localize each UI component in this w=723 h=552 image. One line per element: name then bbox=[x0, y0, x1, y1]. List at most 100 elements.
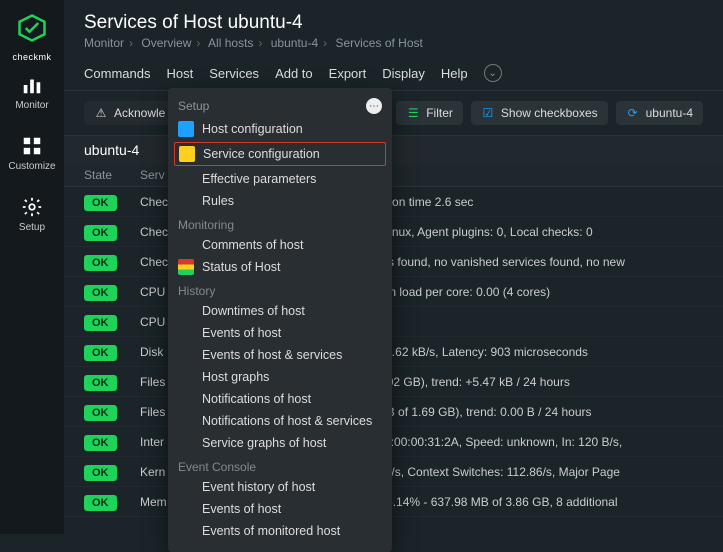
dropdown-item[interactable]: Events of host bbox=[168, 498, 392, 520]
show-checkboxes-button[interactable]: ☑ Show checkboxes bbox=[471, 101, 608, 125]
dropdown-item-label: Host configuration bbox=[202, 122, 303, 136]
dropdown-item[interactable]: Host graphs bbox=[168, 366, 392, 388]
menu-commands[interactable]: Commands bbox=[84, 66, 150, 81]
table-row[interactable]: OKMemual memory: 16.14% - 637.98 MB of 3… bbox=[64, 487, 723, 517]
dropdown-item[interactable]: Event history of host bbox=[168, 476, 392, 498]
sidebar-item-monitor[interactable]: Monitor bbox=[0, 62, 64, 123]
dropdown-item[interactable]: Events of host & services bbox=[168, 344, 392, 366]
dropdown-item[interactable]: Downtimes of host bbox=[168, 300, 392, 322]
more-icon[interactable]: ⋯ bbox=[366, 98, 382, 114]
dropdown-item[interactable]: Status of Host bbox=[168, 256, 392, 278]
dropdown-item[interactable]: Events of monitored host bbox=[168, 520, 392, 542]
sidebar-item-customize[interactable]: Customize bbox=[0, 123, 64, 184]
menu-services[interactable]: Services bbox=[209, 66, 259, 81]
state-cell: OK bbox=[84, 345, 140, 359]
col-header-state[interactable]: State bbox=[84, 168, 140, 182]
table-row[interactable]: OKKernCreations: 2.22/s, Context Switche… bbox=[64, 457, 723, 487]
filter-button[interactable]: ☰ Filter bbox=[396, 101, 463, 125]
sidebar-item-label: Customize bbox=[8, 161, 55, 172]
state-badge: OK bbox=[84, 195, 117, 211]
filter-icon: ☰ bbox=[406, 106, 420, 120]
dropdown-item[interactable]: Effective parameters bbox=[168, 168, 392, 190]
breadcrumb-item[interactable]: Services of Host bbox=[335, 36, 422, 50]
dropdown-item-label: Status of Host bbox=[202, 260, 281, 274]
acknowledge-button[interactable]: ⚠ Acknowle bbox=[84, 101, 175, 125]
logo-text: checkmk bbox=[12, 52, 51, 62]
status-icon bbox=[178, 259, 194, 275]
logo[interactable] bbox=[12, 8, 52, 48]
refresh-icon: ⟳ bbox=[626, 106, 640, 120]
state-badge: OK bbox=[84, 315, 117, 331]
table-row[interactable]: OKFilessed (322.56 MB of 1.69 GB), trend… bbox=[64, 397, 723, 427]
params-icon bbox=[178, 171, 194, 187]
header: Services of Host ubuntu-4 Monitor› Overv… bbox=[64, 0, 723, 56]
menu-export[interactable]: Export bbox=[329, 66, 367, 81]
table-row[interactable]: OKChecuccess, execution time 2.6 sec bbox=[64, 187, 723, 217]
state-cell: OK bbox=[84, 465, 140, 479]
dropdown-section-title: History bbox=[168, 278, 392, 300]
dropdown-section-title: Monitoring bbox=[168, 212, 392, 234]
dropdown-item[interactable]: Notifications of host & services bbox=[168, 410, 392, 432]
evtlist-icon bbox=[178, 501, 194, 517]
content: ubuntu-4 State Serv y OKChecuccess, exec… bbox=[64, 135, 723, 534]
host-button[interactable]: ⟳ ubuntu-4 bbox=[616, 101, 703, 125]
state-cell: OK bbox=[84, 315, 140, 329]
host-dropdown: Setup ⋯ Host configuration Service config… bbox=[168, 88, 392, 552]
dropdown-item-label: Host graphs bbox=[202, 370, 269, 384]
state-badge: OK bbox=[84, 285, 117, 301]
comments-icon bbox=[178, 237, 194, 253]
notifhs-icon bbox=[178, 413, 194, 429]
evtlist-icon bbox=[178, 523, 194, 539]
sidebar-item-setup[interactable]: Setup bbox=[0, 184, 64, 245]
filter-label: Filter bbox=[426, 106, 453, 120]
state-cell: OK bbox=[84, 375, 140, 389]
menu-display[interactable]: Display bbox=[382, 66, 425, 81]
state-cell: OK bbox=[84, 195, 140, 209]
dropdown-item-label: Rules bbox=[202, 194, 234, 208]
dropdown-item-label: Events of host & services bbox=[202, 348, 342, 362]
dropdown-item[interactable]: Notifications of host bbox=[168, 388, 392, 410]
warning-icon: ⚠ bbox=[94, 106, 108, 120]
menu-host[interactable]: Host bbox=[166, 66, 193, 81]
breadcrumb-item[interactable]: Overview bbox=[141, 36, 191, 50]
table-row[interactable]: OKDisk00 B/s, Write: 4.62 kB/s, Latency:… bbox=[64, 337, 723, 367]
state-cell: OK bbox=[84, 435, 140, 449]
state-badge: OK bbox=[84, 465, 117, 481]
dropdown-item-label: Service graphs of host bbox=[202, 436, 326, 450]
evt-icon bbox=[178, 325, 194, 341]
menu-help[interactable]: Help bbox=[441, 66, 468, 81]
state-badge: OK bbox=[84, 255, 117, 271]
table-row[interactable]: OKInterp), MAC: 52:54:00:00:31:2A, Speed… bbox=[64, 427, 723, 457]
dropdown-item[interactable]: Host configuration bbox=[168, 118, 392, 140]
table-row[interactable]: OKCPUad: 0.01, 15 min load per core: 0.0… bbox=[64, 277, 723, 307]
table-row[interactable]: OKChec2.1.0p11, OS: linux, Agent plugins… bbox=[64, 217, 723, 247]
table-row[interactable]: OKFilessed (5.91 of 8.02 GB), trend: +5.… bbox=[64, 367, 723, 397]
dropdown-item[interactable]: Service configuration bbox=[174, 142, 386, 166]
dropdown-item-label: Events of host bbox=[202, 326, 281, 340]
state-badge: OK bbox=[84, 345, 117, 361]
gear-icon bbox=[21, 196, 43, 218]
dropdown-head-label: Setup bbox=[178, 99, 209, 113]
dropdown-item[interactable]: Comments of host bbox=[168, 234, 392, 256]
dropdown-item-label: Event history of host bbox=[202, 480, 315, 494]
menu-addto[interactable]: Add to bbox=[275, 66, 313, 81]
page-title: Services of Host ubuntu-4 bbox=[84, 12, 703, 34]
svcgraph-icon bbox=[178, 435, 194, 451]
dropdown-item-label: Effective parameters bbox=[202, 172, 316, 186]
dropdown-item[interactable]: Rules bbox=[168, 190, 392, 212]
dropdown-item[interactable]: Service graphs of host bbox=[168, 432, 392, 454]
table-header: State Serv y bbox=[64, 164, 723, 187]
state-badge: OK bbox=[84, 375, 117, 391]
state-cell: OK bbox=[84, 495, 140, 509]
chevron-circle-icon[interactable]: ⌄ bbox=[484, 64, 502, 82]
table-row[interactable]: OKChecnitored services found, no vanishe… bbox=[64, 247, 723, 277]
breadcrumb: Monitor› Overview› All hosts› ubuntu-4› … bbox=[84, 36, 703, 50]
breadcrumb-item[interactable]: ubuntu-4 bbox=[271, 36, 318, 50]
breadcrumb-item[interactable]: Monitor bbox=[84, 36, 124, 50]
table-row[interactable]: OKCPUJ: 1.25% bbox=[64, 307, 723, 337]
checkbox-icon: ☑ bbox=[481, 106, 495, 120]
state-badge: OK bbox=[84, 405, 117, 421]
breadcrumb-item[interactable]: All hosts bbox=[208, 36, 253, 50]
evths-icon bbox=[178, 347, 194, 363]
dropdown-item[interactable]: Events of host bbox=[168, 322, 392, 344]
